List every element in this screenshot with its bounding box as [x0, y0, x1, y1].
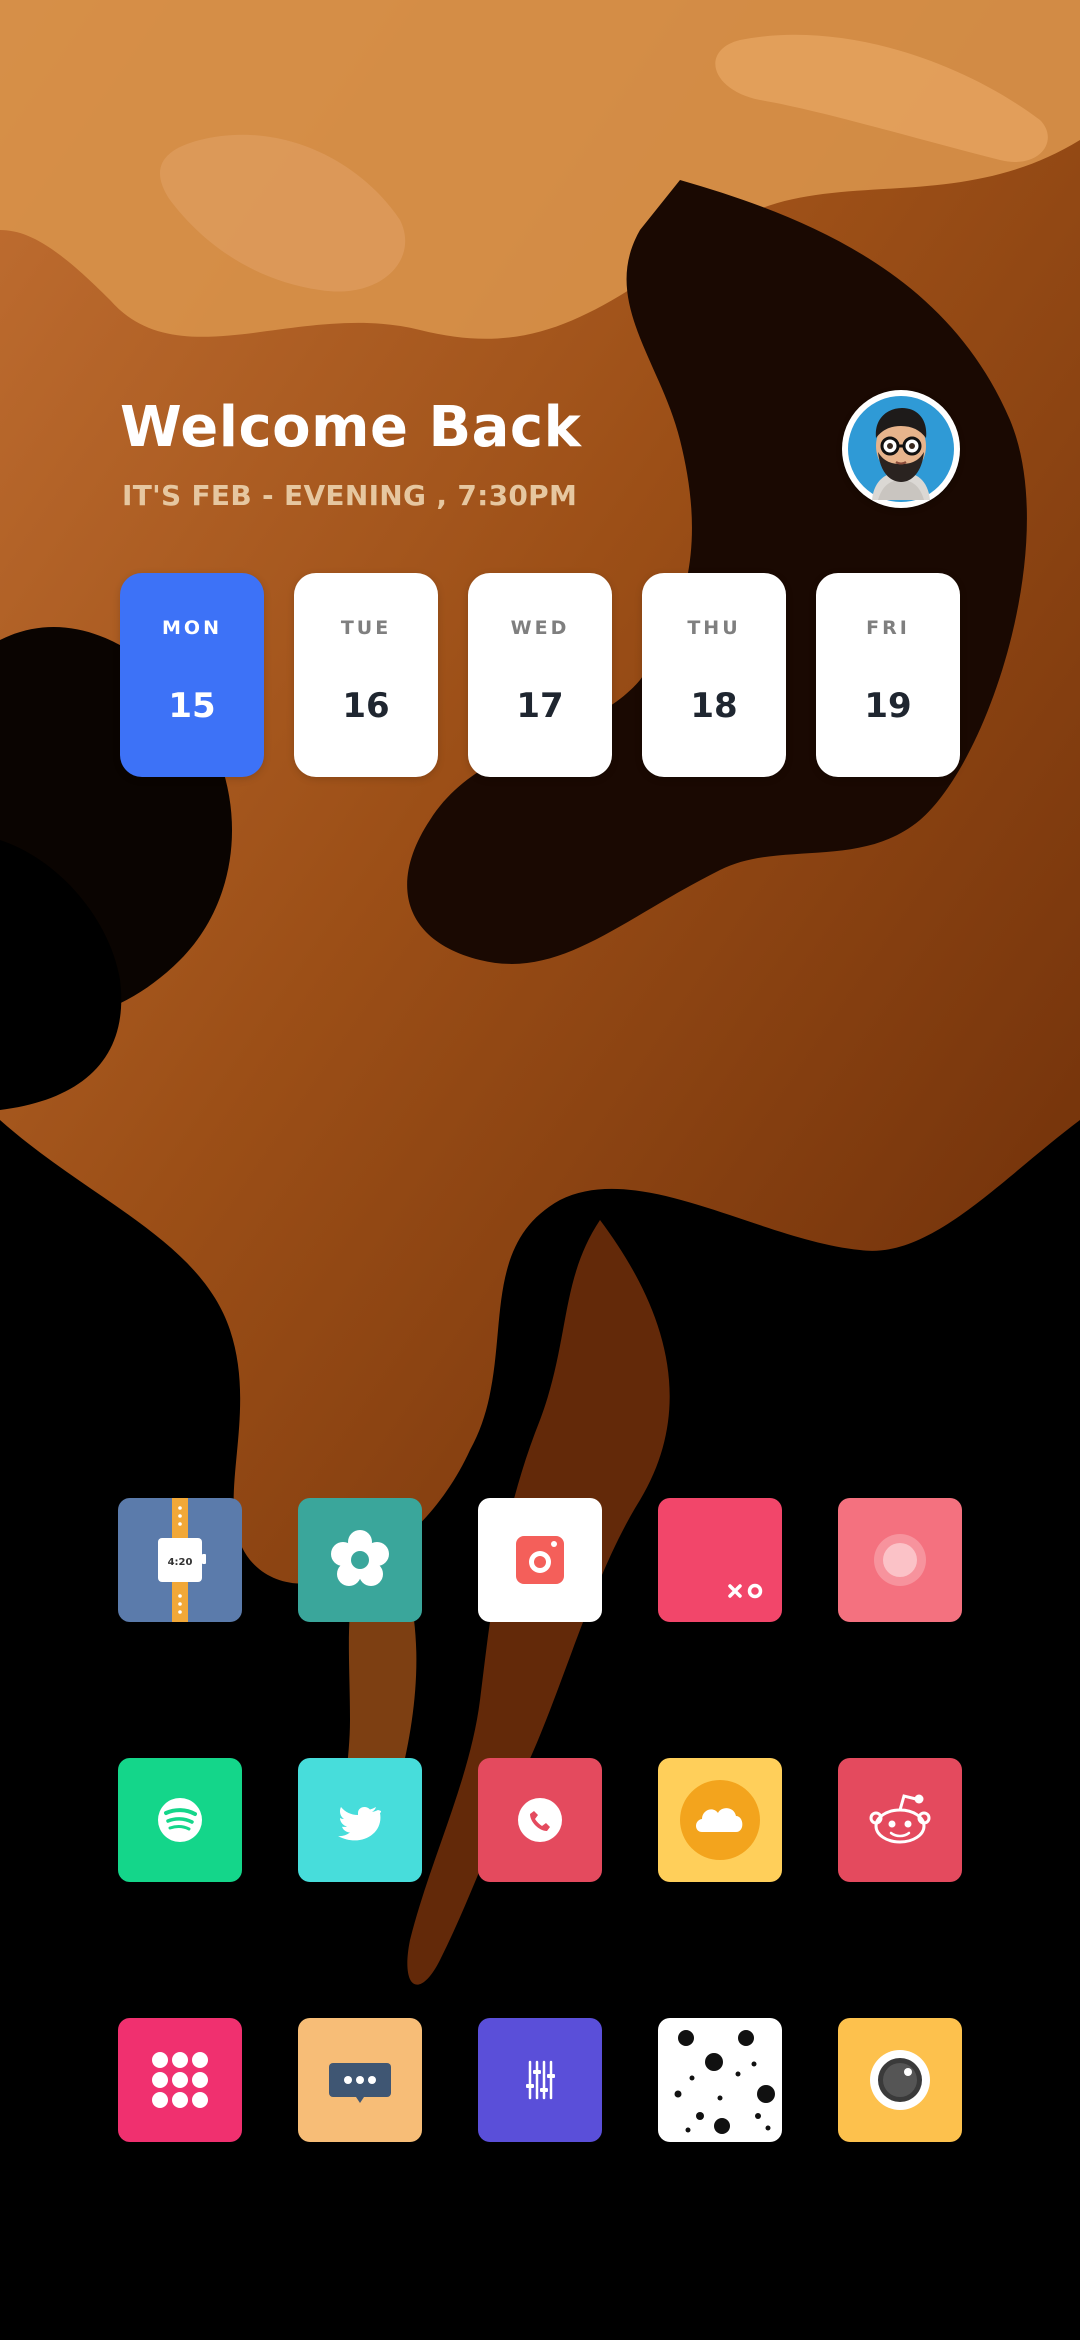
- day-name: FRI: [866, 617, 910, 639]
- record-app-icon: [838, 1498, 962, 1622]
- welcome-title: Welcome Back: [120, 395, 582, 460]
- reddit-app[interactable]: [838, 1758, 962, 1882]
- phone-app[interactable]: [478, 1758, 602, 1882]
- tic-tac-toe-app-icon: [658, 1498, 782, 1622]
- weather-app[interactable]: [658, 1758, 782, 1882]
- avatar[interactable]: [842, 390, 960, 508]
- dialpad-app-icon: [118, 2018, 242, 2142]
- day-name: THU: [687, 617, 741, 639]
- wallpaper-background: [0, 0, 1080, 2340]
- messages-app-icon: [298, 2018, 422, 2142]
- day-date: 15: [168, 686, 216, 726]
- day-card-wed[interactable]: WED 17: [468, 573, 612, 777]
- phone-app-icon: [478, 1758, 602, 1882]
- day-name: WED: [510, 617, 570, 639]
- equalizer-app[interactable]: [478, 2018, 602, 2142]
- day-date: 18: [690, 686, 738, 726]
- date-time-subtitle: IT'S FEB - EVENING , 7:30PM: [122, 479, 578, 512]
- equalizer-app-icon: [478, 2018, 602, 2142]
- day-card-tue[interactable]: TUE 16: [294, 573, 438, 777]
- greeting-header: Welcome Back IT'S FEB - EVENING , 7:30PM: [120, 390, 960, 535]
- twitter-app-icon: [298, 1758, 422, 1882]
- day-card-mon[interactable]: MON 15: [120, 573, 264, 777]
- spotify-app-icon: [118, 1758, 242, 1882]
- camera-app-icon: [478, 1498, 602, 1622]
- flower-app-icon: [298, 1498, 422, 1622]
- reddit-app-icon: [838, 1758, 962, 1882]
- day-name: TUE: [340, 617, 392, 639]
- day-date: 17: [516, 686, 564, 726]
- messages-app[interactable]: [298, 2018, 422, 2142]
- record-app[interactable]: [838, 1498, 962, 1622]
- day-card-fri[interactable]: FRI 19: [816, 573, 960, 777]
- week-day-selector: MON 15 TUE 16 WED 17 THU 18 FRI 19: [120, 573, 960, 778]
- watch-time: 4:20: [168, 1557, 193, 1568]
- watch-app[interactable]: 4:20: [118, 1498, 242, 1622]
- dots-app-icon: [658, 2018, 782, 2142]
- tic-tac-toe-app[interactable]: [658, 1498, 782, 1622]
- weather-app-icon: [658, 1758, 782, 1882]
- memoji-avatar-icon: [848, 396, 954, 502]
- day-card-thu[interactable]: THU 18: [642, 573, 786, 777]
- flower-app[interactable]: [298, 1498, 422, 1622]
- day-name: MON: [162, 617, 222, 639]
- day-date: 19: [864, 686, 912, 726]
- day-date: 16: [342, 686, 390, 726]
- camera-lens-app-icon: [838, 2018, 962, 2142]
- spotify-app[interactable]: [118, 1758, 242, 1882]
- twitter-app[interactable]: [298, 1758, 422, 1882]
- camera-lens-app[interactable]: [838, 2018, 962, 2142]
- camera-app[interactable]: [478, 1498, 602, 1622]
- dialpad-app[interactable]: [118, 2018, 242, 2142]
- dots-app[interactable]: [658, 2018, 782, 2142]
